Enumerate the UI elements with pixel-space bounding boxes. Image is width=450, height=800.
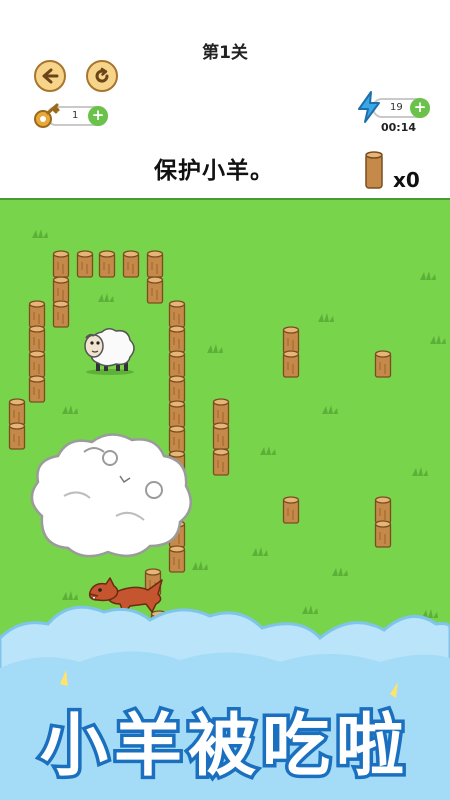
wood-log-icon (365, 151, 383, 189)
grass-tuft (32, 229, 48, 238)
energy-count: 19 (390, 102, 403, 113)
hud-bar: 第1关 1 + 19 + 00:14 保护小羊。 x0 (0, 0, 450, 198)
grass-tuft (318, 313, 334, 322)
sheep (84, 328, 135, 375)
grass-tuft (207, 344, 223, 353)
wooden-stake[interactable] (168, 325, 186, 353)
wooden-stake[interactable] (374, 520, 392, 548)
wooden-stake[interactable] (374, 350, 392, 378)
level-title: 第1关 (202, 43, 248, 63)
wooden-stake[interactable] (76, 250, 94, 278)
wooden-stake[interactable] (52, 250, 70, 278)
wooden-stake[interactable] (282, 350, 300, 378)
restart-icon (95, 67, 109, 83)
countdown-timer: 00:14 (381, 121, 417, 134)
grass-tuft (412, 467, 428, 476)
wooden-stake[interactable] (146, 276, 164, 304)
wooden-stake[interactable] (28, 375, 46, 403)
grass-tuft (62, 405, 78, 414)
grass-tuft (430, 335, 446, 344)
key-count: 1 (72, 110, 79, 121)
key-icon (34, 103, 60, 128)
arrow-left-icon (42, 68, 59, 84)
add-energy-button[interactable]: + (410, 98, 430, 118)
add-key-button[interactable]: + (88, 106, 108, 126)
grass-tuft (420, 271, 436, 280)
level-instruction: 保护小羊。 (154, 158, 274, 184)
wooden-stake[interactable] (146, 250, 164, 278)
dust-cloud (30, 433, 193, 558)
wooden-stake[interactable] (168, 375, 186, 403)
lightning-icon (358, 91, 380, 123)
grass-tuft (260, 446, 276, 455)
wooden-stake[interactable] (28, 325, 46, 353)
grass-tuft (98, 293, 114, 302)
log-remaining-count: x0 (393, 168, 420, 192)
wooden-stake[interactable] (98, 250, 116, 278)
back-button[interactable] (34, 60, 66, 92)
wooden-stake[interactable] (282, 496, 300, 524)
grass-tuft (332, 567, 348, 576)
grass-tuft (192, 561, 208, 570)
wooden-stake[interactable] (28, 300, 46, 328)
wooden-stake[interactable] (212, 422, 230, 450)
wooden-stake[interactable] (52, 300, 70, 328)
wooden-stake[interactable] (168, 400, 186, 428)
wooden-stake[interactable] (168, 350, 186, 378)
defeat-banner-text: 小羊被吃啦 (36, 704, 410, 790)
wooden-stake[interactable] (122, 250, 140, 278)
wooden-stake[interactable] (168, 300, 186, 328)
restart-button[interactable] (86, 60, 118, 92)
wooden-stake[interactable] (28, 350, 46, 378)
grass-tuft (322, 405, 338, 414)
wooden-stake[interactable] (212, 448, 230, 476)
grass-tuft (252, 547, 268, 556)
